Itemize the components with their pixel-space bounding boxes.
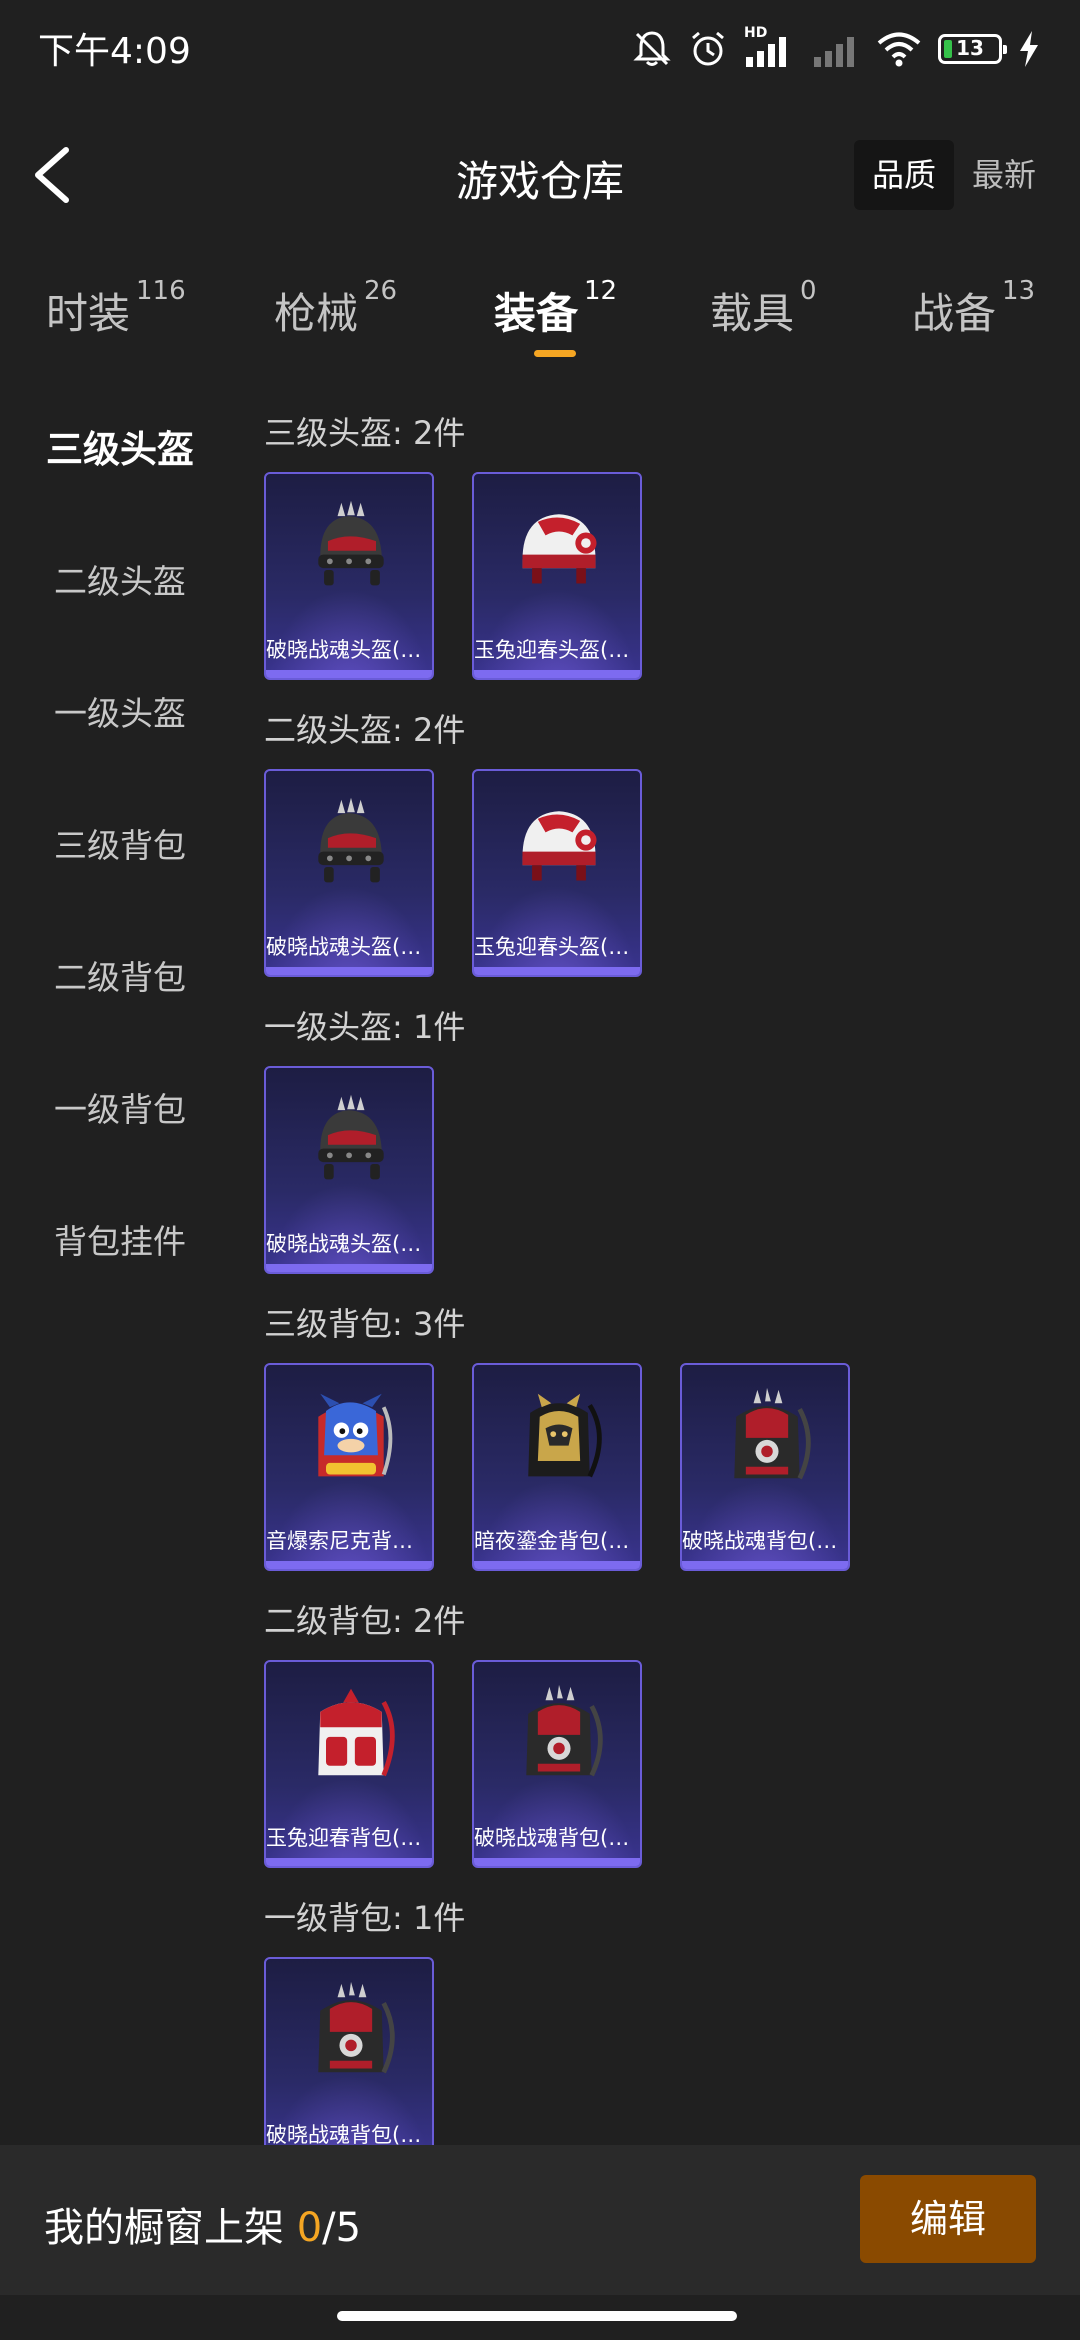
item-card[interactable]: 破晓战魂背包(… [264, 1957, 434, 2145]
sort-newest-button[interactable]: 最新 [954, 140, 1054, 210]
battery-level: 13 [956, 36, 984, 60]
item-name: 暗夜鎏金背包(… [474, 1529, 630, 1553]
edit-button[interactable]: 编辑 [860, 2175, 1036, 2263]
item-card[interactable]: 破晓战魂头盔(… [264, 1066, 434, 1274]
gold-backpack-icon [509, 1381, 609, 1491]
sort-toggle: 品质 最新 [853, 140, 1054, 210]
spiked-backpack-icon [717, 1381, 817, 1491]
item-name: 破晓战魂背包(… [682, 1529, 838, 1553]
header: 游戏仓库 品质 最新 [0, 130, 1080, 220]
group-header-level2-backpack: 二级背包: 2件 [264, 1602, 466, 1640]
subnav-item-level1-backpack[interactable]: 一级背包 [0, 1080, 240, 1140]
tab-vehicles[interactable]: 载具 0 [710, 276, 817, 370]
rabbit-helmet-icon [522, 514, 597, 584]
subnav-item-backpack-charm[interactable]: 背包挂件 [0, 1212, 240, 1272]
tab-count: 0 [800, 276, 817, 306]
item-name: 玉兔迎春头盔(… [474, 638, 630, 662]
rabbit-helmet-icon [522, 811, 597, 881]
spiked-backpack-icon [509, 1678, 609, 1788]
item-card[interactable]: 破晓战魂头盔(… [264, 472, 434, 680]
item-name: 音爆索尼克背… [266, 1529, 413, 1553]
group-header-level1-backpack: 一级背包: 1件 [264, 1899, 466, 1937]
item-name: 玉兔迎春头盔(… [474, 935, 630, 959]
subnav-item-level2-backpack[interactable]: 二级背包 [0, 948, 240, 1008]
showcase-current-count: 0 [296, 2205, 323, 2251]
tab-label: 载具 [710, 289, 795, 338]
item-name: 破晓战魂背包(… [266, 2123, 422, 2145]
item-card[interactable]: 玉兔迎春背包(… [264, 1660, 434, 1868]
bottom-bar: 我的橱窗上架 0/5 编辑 [0, 2145, 1080, 2295]
cellular-signal-weak-icon [814, 37, 854, 67]
showcase-label: 我的橱窗上架 [44, 2205, 284, 2251]
item-card[interactable]: 破晓战魂头盔(… [264, 769, 434, 977]
tab-fashion[interactable]: 时装 116 [46, 276, 186, 370]
item-card[interactable]: 玉兔迎春头盔(… [472, 472, 642, 680]
item-name: 破晓战魂背包(… [474, 1826, 630, 1850]
back-button[interactable] [26, 140, 86, 210]
wifi-icon [877, 32, 921, 67]
subnav-item-level1-helmet[interactable]: 一级头盔 [0, 684, 240, 744]
home-indicator[interactable] [337, 2311, 737, 2321]
equipment-grid: 三级头盔: 2件 破晓战魂头盔(… 玉兔迎春头盔(… 二级头盔: 2件 破晓战魂… [264, 400, 1064, 2145]
subnav-item-level3-helmet[interactable]: 三级头盔 [0, 420, 240, 480]
item-card[interactable]: 暗夜鎏金背包(… [472, 1363, 642, 1571]
item-name: 破晓战魂头盔(… [266, 1232, 422, 1256]
subnav-item-level2-helmet[interactable]: 二级头盔 [0, 552, 240, 612]
category-tabs: 时装 116 枪械 26 装备 12 载具 0 战备 13 [0, 276, 1080, 370]
tab-label: 枪械 [274, 289, 359, 338]
spiked-helmet-icon [318, 500, 384, 586]
tab-weapons[interactable]: 枪械 26 [274, 276, 397, 370]
spiked-helmet-icon [318, 1094, 384, 1180]
sonic-backpack-icon [316, 1391, 393, 1479]
tab-count: 12 [584, 276, 618, 306]
battery-icon: 13 [938, 34, 1007, 64]
item-name: 破晓战魂头盔(… [266, 935, 422, 959]
tab-supplies[interactable]: 战备 13 [912, 276, 1035, 370]
item-card[interactable]: 音爆索尼克背… [264, 1363, 434, 1571]
item-name: 玉兔迎春背包(… [266, 1826, 422, 1850]
showcase-status: 我的橱窗上架 0/5 [44, 2195, 361, 2253]
tab-count: 13 [1002, 276, 1036, 306]
subnav-item-level3-backpack[interactable]: 三级背包 [0, 816, 240, 876]
spiked-backpack-icon [301, 1975, 401, 2085]
tab-count: 26 [364, 276, 398, 306]
alarm-icon [692, 31, 724, 66]
active-tab-indicator [534, 350, 576, 357]
tab-count: 116 [136, 276, 186, 306]
tab-label: 战备 [912, 289, 997, 338]
tab-equipment[interactable]: 装备 12 [494, 276, 617, 370]
sort-quality-button[interactable]: 品质 [853, 140, 954, 210]
charging-bolt-icon [1020, 31, 1038, 67]
group-header-level2-helmet: 二级头盔: 2件 [264, 711, 466, 749]
spiked-helmet-icon [318, 797, 384, 883]
group-header-level3-helmet: 三级头盔: 2件 [264, 414, 466, 452]
item-card[interactable]: 玉兔迎春头盔(… [472, 769, 642, 977]
group-header-level1-helmet: 一级头盔: 1件 [264, 1008, 466, 1046]
showcase-total-count: /5 [322, 2205, 362, 2251]
status-bar: 下午4:09 HD 13 [0, 0, 1080, 100]
status-time: 下午4:09 [38, 31, 191, 72]
tab-label: 装备 [494, 289, 579, 338]
mute-bell-icon [633, 31, 671, 66]
item-card[interactable]: 破晓战魂背包(… [472, 1660, 642, 1868]
item-name: 破晓战魂头盔(… [266, 638, 422, 662]
rabbit-backpack-icon [301, 1678, 401, 1788]
cellular-signal-icon: HD [744, 25, 796, 69]
tab-label: 时装 [46, 289, 131, 338]
group-header-level3-backpack: 三级背包: 3件 [264, 1305, 466, 1343]
chevron-left-icon [35, 147, 69, 203]
status-icons: HD 13 [632, 25, 1040, 72]
item-card[interactable]: 破晓战魂背包(… [680, 1363, 850, 1571]
